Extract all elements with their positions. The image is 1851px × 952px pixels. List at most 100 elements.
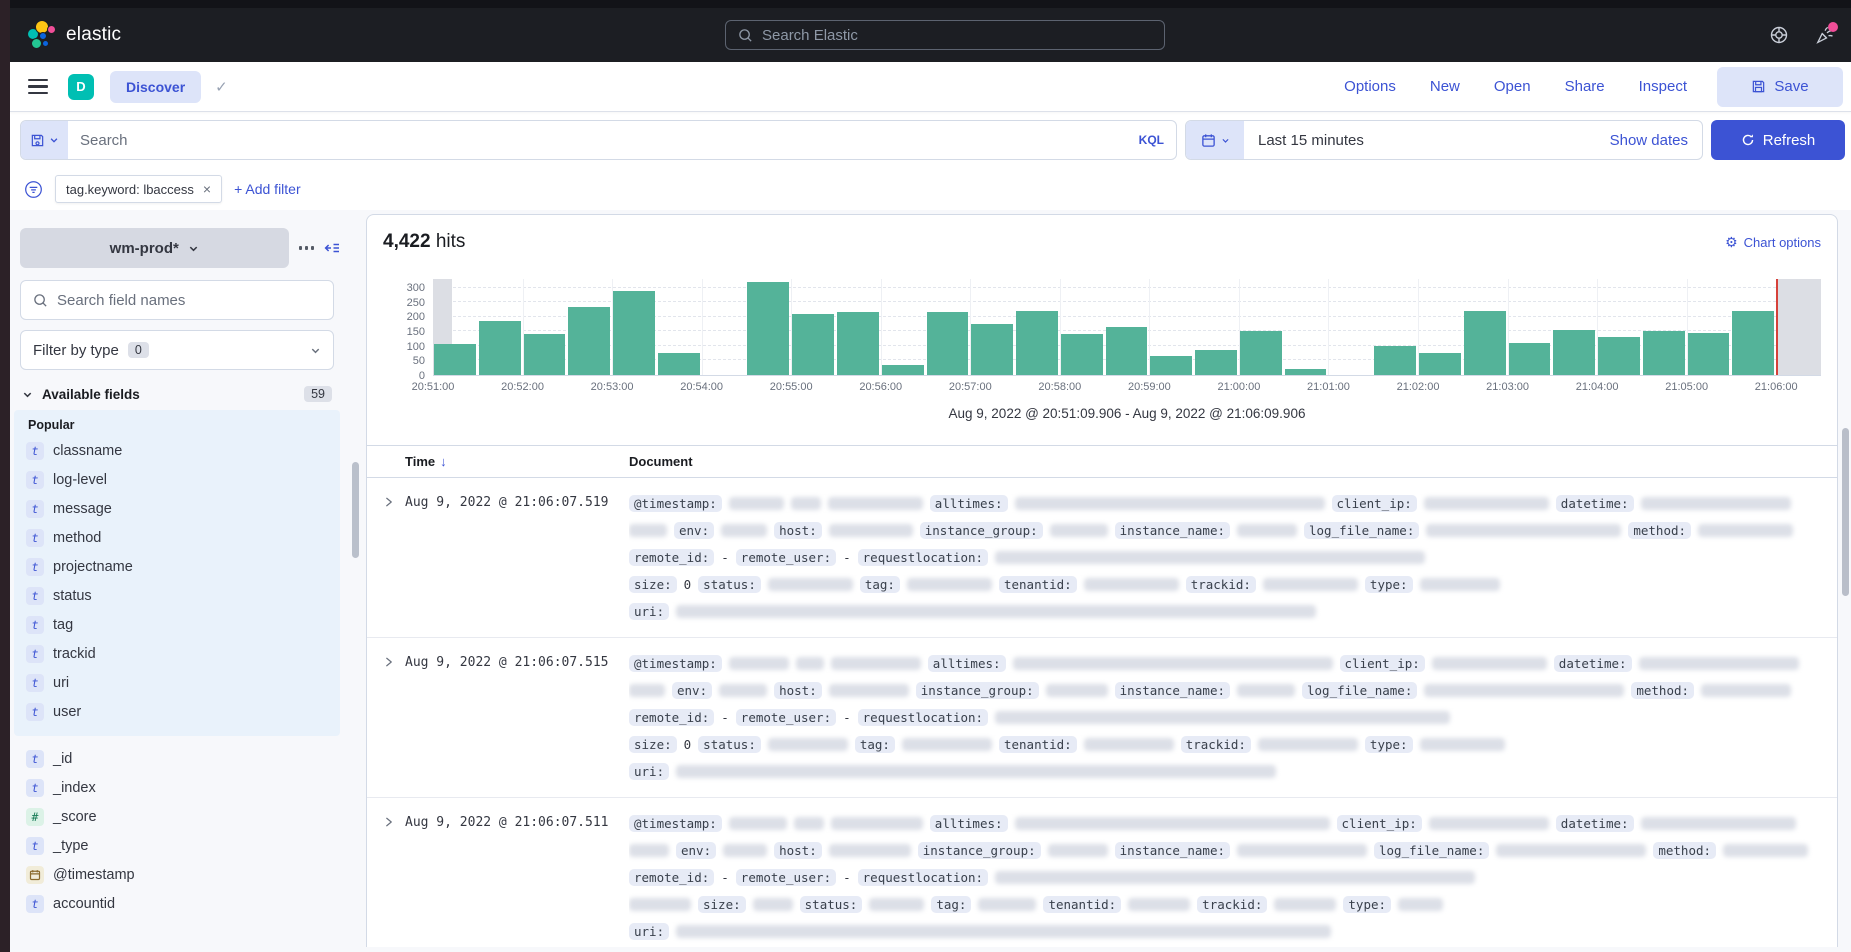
- menu-icon[interactable]: [28, 79, 48, 95]
- newsfeed-icon[interactable]: [1815, 25, 1835, 45]
- field-accountid[interactable]: taccountid: [20, 891, 340, 917]
- breadcrumb[interactable]: Discover: [110, 71, 201, 103]
- field-_type[interactable]: t_type: [20, 833, 340, 859]
- doc-field-label: tenantid:: [999, 736, 1077, 753]
- breadcrumb-check-icon[interactable]: ✓: [215, 78, 228, 96]
- chart-bucket[interactable]: [433, 279, 478, 375]
- chart-bucket[interactable]: [1642, 279, 1687, 375]
- field-settings-icon[interactable]: [299, 246, 315, 250]
- elastic-brand[interactable]: elastic: [10, 21, 121, 49]
- redacted-value: [723, 844, 767, 857]
- filter-menu-icon[interactable]: [24, 180, 43, 199]
- chart-bucket[interactable]: [1508, 279, 1553, 375]
- field-_index[interactable]: t_index: [20, 775, 340, 801]
- field-@timestamp[interactable]: @timestamp: [20, 862, 340, 888]
- histogram-bar: [1150, 356, 1192, 375]
- chart-bucket[interactable]: [1194, 279, 1239, 375]
- time-column-header[interactable]: Time ↓: [405, 454, 629, 469]
- chart-bucket[interactable]: [702, 279, 747, 375]
- field-search-input[interactable]: Search field names: [20, 280, 334, 320]
- global-search-input[interactable]: Search Elastic: [725, 20, 1165, 50]
- field-method[interactable]: tmethod: [20, 525, 340, 551]
- chart-bucket[interactable]: [1105, 279, 1150, 375]
- kql-language-button[interactable]: KQL: [1139, 133, 1176, 147]
- chart-bucket[interactable]: [657, 279, 702, 375]
- chart-bucket[interactable]: [1015, 279, 1060, 375]
- chart-bucket[interactable]: [1418, 279, 1463, 375]
- saved-query-menu-button[interactable]: [21, 121, 68, 159]
- help-icon[interactable]: [1769, 25, 1789, 45]
- available-fields-header[interactable]: Available fields 59: [20, 386, 340, 402]
- field-name: _score: [53, 809, 97, 825]
- chart-bucket[interactable]: [926, 279, 971, 375]
- chart-bucket[interactable]: [791, 279, 836, 375]
- remove-filter-icon[interactable]: ×: [203, 181, 211, 197]
- chart-bucket[interactable]: [1060, 279, 1105, 375]
- chart-ylabels: 050100150200250300: [383, 279, 433, 376]
- x-axis-tick: 20:55:00: [770, 381, 813, 393]
- filter-by-type-select[interactable]: Filter by type 0: [20, 330, 334, 370]
- show-dates-button[interactable]: Show dates: [1610, 132, 1702, 149]
- field-classname[interactable]: tclassname: [20, 438, 340, 464]
- chart-bucket[interactable]: [1239, 279, 1284, 375]
- chart-bucket[interactable]: [1597, 279, 1642, 375]
- histogram-bar: [747, 282, 789, 375]
- redacted-value: [1420, 738, 1505, 751]
- x-axis-tick: 20:59:00: [1128, 381, 1171, 393]
- chart-bucket[interactable]: [1552, 279, 1597, 375]
- nav-link-inspect[interactable]: Inspect: [1639, 78, 1687, 95]
- chart-options-button[interactable]: ⚙ Chart options: [1725, 235, 1821, 250]
- table-scrollbar[interactable]: [1842, 428, 1849, 596]
- field-log-level[interactable]: tlog-level: [20, 467, 340, 493]
- collapse-sidebar-icon[interactable]: [324, 240, 340, 256]
- chart-bucket[interactable]: [746, 279, 791, 375]
- chart-bucket[interactable]: [612, 279, 657, 375]
- chart-bucket[interactable]: [1149, 279, 1194, 375]
- histogram-bar: [1106, 327, 1148, 375]
- expand-row-button[interactable]: [383, 490, 405, 508]
- sort-descending-icon[interactable]: ↓: [440, 454, 447, 469]
- redacted-value: [1420, 578, 1500, 591]
- chart-bucket[interactable]: [1776, 279, 1821, 375]
- chart-bucket[interactable]: [1373, 279, 1418, 375]
- field-user[interactable]: tuser: [20, 699, 340, 725]
- chart-bucket[interactable]: [1463, 279, 1508, 375]
- nav-link-new[interactable]: New: [1430, 78, 1460, 95]
- query-input[interactable]: Search: [68, 132, 1139, 149]
- available-fields-label: Available fields: [42, 387, 295, 402]
- chart-bucket[interactable]: [523, 279, 568, 375]
- expand-row-button[interactable]: [383, 810, 405, 828]
- chart-bucket[interactable]: [970, 279, 1015, 375]
- nav-link-share[interactable]: Share: [1565, 78, 1605, 95]
- field-_score[interactable]: #_score: [20, 804, 340, 830]
- chart-bucket[interactable]: [881, 279, 926, 375]
- add-filter-button[interactable]: + Add filter: [234, 181, 301, 197]
- expand-row-button[interactable]: [383, 650, 405, 668]
- field-projectname[interactable]: tprojectname: [20, 554, 340, 580]
- save-button[interactable]: Save: [1717, 67, 1843, 107]
- chart-bucket[interactable]: [1687, 279, 1732, 375]
- chart-bucket[interactable]: [567, 279, 612, 375]
- field-name: _id: [53, 751, 72, 767]
- chart-bucket[interactable]: [836, 279, 881, 375]
- field-tag[interactable]: ttag: [20, 612, 340, 638]
- time-range-value[interactable]: Last 15 minutes: [1244, 132, 1364, 149]
- sidebar-scrollbar[interactable]: [352, 462, 359, 558]
- nav-link-open[interactable]: Open: [1494, 78, 1531, 95]
- index-pattern-switcher[interactable]: wm-prod*: [20, 228, 289, 268]
- date-quick-menu-button[interactable]: [1186, 121, 1244, 159]
- field-message[interactable]: tmessage: [20, 496, 340, 522]
- chart-bucket[interactable]: [478, 279, 523, 375]
- refresh-button[interactable]: Refresh: [1711, 120, 1845, 160]
- doc-field-value: -: [721, 550, 729, 565]
- field-_id[interactable]: t_id: [20, 746, 340, 772]
- chart-bucket[interactable]: [1731, 279, 1776, 375]
- field-uri[interactable]: turi: [20, 670, 340, 696]
- nav-link-options[interactable]: Options: [1344, 78, 1396, 95]
- filter-pill[interactable]: tag.keyword: lbaccess ×: [55, 175, 222, 203]
- field-trackid[interactable]: ttrackid: [20, 641, 340, 667]
- chart-bucket[interactable]: [1328, 279, 1373, 375]
- field-status[interactable]: tstatus: [20, 583, 340, 609]
- chart-plot[interactable]: [433, 279, 1821, 376]
- chart-bucket[interactable]: [1284, 279, 1329, 375]
